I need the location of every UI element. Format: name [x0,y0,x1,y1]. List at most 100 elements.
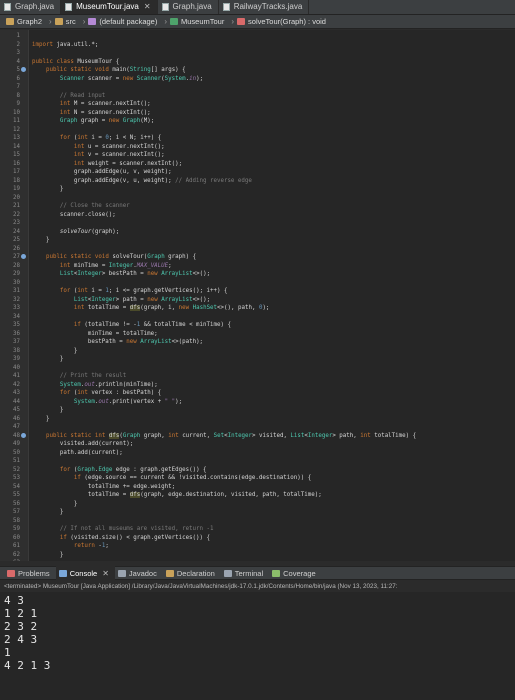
code-line: 11 Graph graph = new Graph(M); [0,117,515,126]
line-number: 2 [16,41,21,48]
console-output[interactable]: 4 31 2 12 3 22 4 314 2 1 3 [0,592,515,700]
panel-tab-console[interactable]: Console ✕ [55,566,115,580]
line-number: 60 [13,534,20,541]
breadcrumb-item-0[interactable]: Graph2 [6,17,42,26]
code-line: 16 int weight = scanner.nextInt(); [0,160,515,169]
line-number: 23 [13,220,20,226]
breadcrumb-label: (default package) [99,17,158,26]
code-line: 43 for (int vertex : bestPath) { [0,389,515,398]
code-editor[interactable]: 1 2 import java.util.*; 3 4 public class Muse… [0,30,515,561]
panel-tab-terminal[interactable]: Terminal [221,566,269,580]
editor-tab-3[interactable]: RailwayTracks.java [219,0,310,14]
panel-tab-problems[interactable]: Problems [4,566,56,580]
panel-tab-coverage[interactable]: Coverage [269,566,322,580]
code-line: 39 } [0,355,515,364]
breadcrumb-label: solveTour(Graph) : void [248,17,326,26]
line-number: 19 [13,186,20,192]
terminal-icon [223,569,232,577]
javadoc-icon [117,569,126,577]
code-line: 50 path.add(current); [0,449,515,458]
code-line: 28 int minTime = Integer.MAX_VALUE; [0,262,515,271]
code-line: 42 System.out.println(minTime); [0,381,515,390]
editor-tab-0[interactable]: Graph.java [0,0,62,14]
line-number: 26 [13,245,20,252]
code-text: } [32,551,64,558]
line-number: 49 [13,441,20,447]
code-text: for (Graph.Edge edge : graph.getEdges())… [59,466,207,473]
code-text: if (visited.size() < graph.getVertices()… [59,534,210,541]
code-line: 8 // Read input [0,92,515,101]
code-text: int minTime = Integer.MAX_VALUE; [59,262,172,269]
code-text: // If not all museums are visited, retur… [59,526,214,532]
code-text: List<Integer> path = new ArrayList<>(); [73,296,211,303]
line-number: 22 [13,211,20,218]
code-line: 26 [0,245,515,254]
close-icon[interactable]: ✕ [144,0,151,14]
line-number: 62 [13,551,20,558]
code-line: 15 int v = scanner.nextInt(); [0,151,515,160]
coverage-icon [272,569,281,577]
code-line: 6 Scanner scanner = new Scanner(System.i… [0,75,515,84]
code-text: totalTime = dfs(graph, edge.destination,… [32,492,322,498]
panel-tab-label: Javadoc [128,568,157,578]
console-line: 2 4 3 [4,633,38,646]
code-text: public static void main(String[] args) { [45,67,186,73]
code-line: 30 [0,279,515,288]
line-number: 18 [13,177,20,184]
line-number: 37 [13,339,20,345]
breadcrumb-item-4[interactable]: solveTour(Graph) : void [237,17,326,26]
code-text: int u = scanner.nextInt(); [73,143,165,150]
code-line: 36 minTime = totalTime; [0,330,515,339]
code-line: 14 int u = scanner.nextInt(); [0,143,515,152]
code-line: 44 System.out.print(vertex + " "); [0,398,515,407]
code-text: public static void solveTour(Graph graph… [45,254,197,260]
line-number: 3 [16,50,21,56]
line-number: 54 [13,483,20,490]
breadcrumb-icon [170,18,178,25]
editor-tab-1[interactable]: MuseumTour.java ✕ [61,0,158,14]
java-file-icon [161,3,169,11]
code-line: 13 for (int i = 0; i < N; i++) { [0,134,515,143]
code-line: 61 return -1; [0,542,515,551]
line-number: 20 [13,194,20,201]
line-number: 12 [13,126,20,133]
breadcrumb-item-2[interactable]: (default package) [88,17,157,26]
console-line: 4 3 [4,594,24,607]
panel-tab-javadoc[interactable]: Javadoc [115,566,163,580]
panel-tab-declaration[interactable]: Declaration [163,566,221,580]
line-number: 21 [13,203,20,209]
code-line: 40 [0,364,515,373]
line-number: 50 [13,449,20,456]
line-number: 17 [13,169,20,175]
panel-tab-label: Console [69,568,98,578]
close-icon[interactable]: ✕ [102,569,109,578]
code-text: if (totalTime != -1 && totalTime < minTi… [73,322,231,328]
override-marker-icon [21,67,26,72]
bottom-panel-tab-bar: Problems Console ✕ Javadoc Declaration Termin… [0,566,515,580]
breadcrumb-item-1[interactable]: src [54,17,76,26]
line-number: 38 [13,347,20,354]
line-number: 28 [13,262,20,269]
tab-label: RailwayTracks.java [233,2,303,11]
code-line: 23 [0,219,515,228]
breadcrumb-item-3[interactable]: MuseumTour [170,17,224,26]
code-text: visited.add(current); [32,441,134,447]
breadcrumb: Graph2 › src › (default package) › MuseumTour ›… [0,15,515,29]
line-number: 40 [13,364,20,371]
line-number: 30 [13,279,20,286]
code-text: } [32,500,78,507]
code-text: graph.addEdge(v, u, weight); // Adding r… [32,177,252,184]
code-text: List<Integer> bestPath = new ArrayList<>… [59,271,211,277]
code-line: 47 [0,423,515,432]
code-text: graph.addEdge(u, v, weight); [32,169,172,175]
line-number: 36 [13,330,20,337]
code-text: minTime = totalTime; [32,330,158,337]
editor-tab-2[interactable]: Graph.java [158,0,219,14]
line-number: 43 [13,390,20,396]
code-line: 34 [0,313,515,322]
code-line: 27 public static void solveTour(Graph gr… [0,253,515,262]
code-text: System.out.print(vertex + " "); [73,398,183,405]
code-text: // Close the scanner [59,203,130,209]
breadcrumb-icon [237,18,246,25]
panel-tab-label: Terminal [234,568,264,578]
